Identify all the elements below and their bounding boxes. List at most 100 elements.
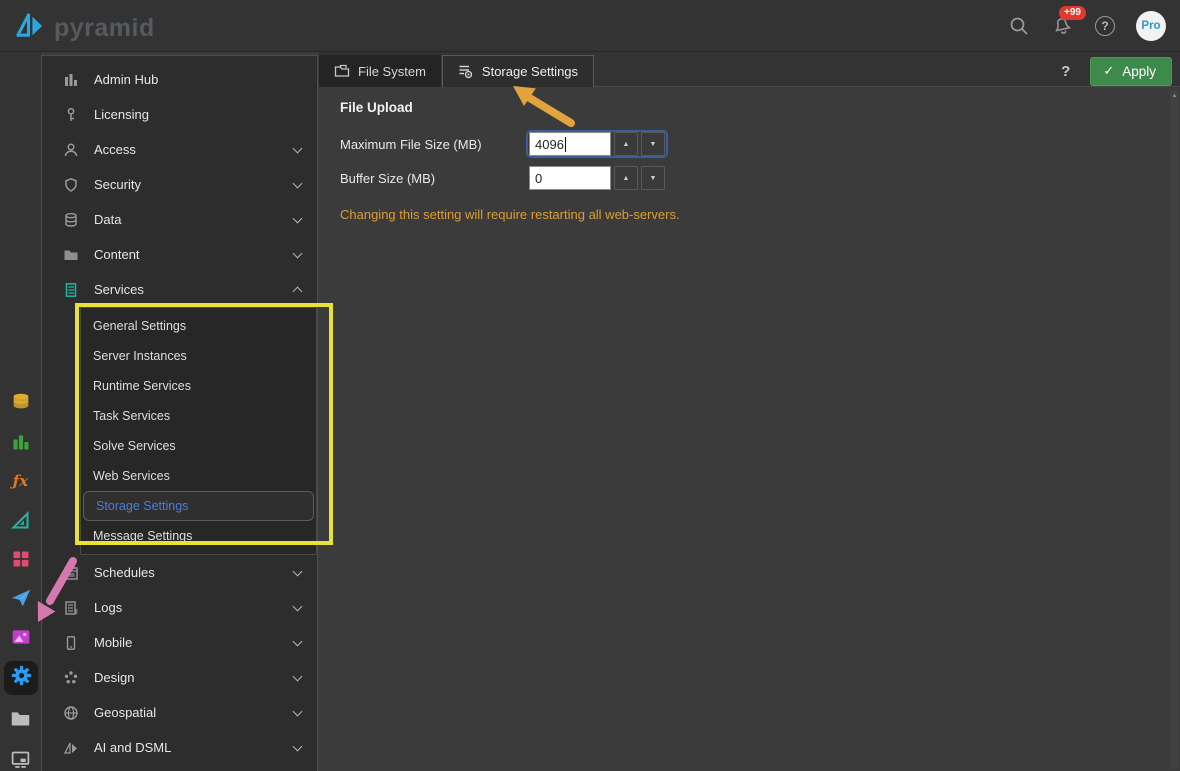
key-icon (62, 106, 79, 123)
tabbar-actions: ? ✓ Apply (1057, 57, 1172, 86)
max-file-size-row: Maximum File Size (MB) 4096 ▲ ▼ (340, 132, 1158, 156)
submenu-item-web-services[interactable]: Web Services (81, 461, 316, 491)
submenu-item-task-services[interactable]: Task Services (81, 401, 316, 431)
sidebar-item-label: Admin Hub (94, 72, 158, 87)
buffer-size-row: Buffer Size (MB) 0 ▲ ▼ (340, 166, 1158, 190)
sidebar-item-label: Data (94, 212, 121, 227)
sidebar-item-logs[interactable]: Logs (42, 590, 317, 625)
section-title: File Upload (340, 100, 1158, 115)
sidebar-item-label: Services (94, 282, 144, 297)
image-icon[interactable] (9, 625, 33, 649)
vertical-scrollbar[interactable]: ▲ (1170, 90, 1179, 769)
sidebar-item-security[interactable]: Security (42, 167, 317, 202)
sidebar-item-ai-and-dsml[interactable]: AI and DSML (42, 730, 317, 765)
submenu-item-storage-settings[interactable]: Storage Settings (83, 491, 314, 521)
top-bar: pyramid +99 ? Pro (0, 0, 1180, 52)
sidebar-item-admin-hub[interactable]: Admin Hub (42, 62, 317, 97)
check-icon: ✓ (1103, 63, 1114, 79)
sidebar-item-label: Security (94, 177, 141, 192)
module-rail: ƒx (0, 52, 41, 771)
chevron-down-icon (293, 636, 303, 646)
tab-file-system[interactable]: File System (319, 55, 442, 87)
tab-label: Storage Settings (482, 64, 578, 79)
database-gray-icon (62, 211, 79, 228)
chevron-up-icon (293, 287, 303, 297)
database-icon[interactable] (9, 390, 33, 414)
sidebar-item-content[interactable]: Content (42, 237, 317, 272)
log-document-icon (62, 599, 79, 616)
chevron-down-icon (293, 706, 303, 716)
topbar-actions: +99 ? Pro (1007, 0, 1166, 52)
scroll-up-icon: ▲ (1170, 90, 1179, 99)
chevron-down-icon (293, 143, 303, 153)
folder-gray-icon (62, 246, 79, 263)
sidebar-item-label: AI and DSML (94, 740, 171, 755)
globe-icon (62, 704, 79, 721)
shield-icon (62, 176, 79, 193)
admin-gear-selected[interactable] (4, 661, 38, 695)
submenu-item-runtime-services[interactable]: Runtime Services (81, 371, 316, 401)
sidebar-item-schedules[interactable]: Schedules (42, 555, 317, 590)
admin-hub-icon (62, 71, 79, 88)
admin-sidebar: Admin Hub Licensing Access Security Data… (41, 55, 318, 771)
submenu-item-general-settings[interactable]: General Settings (81, 311, 316, 341)
ai-dsml-icon (62, 739, 79, 756)
user-avatar[interactable]: Pro (1136, 11, 1166, 41)
buffer-size-group: 0 ▲ ▼ (528, 166, 666, 190)
submenu-item-solve-services[interactable]: Solve Services (81, 431, 316, 461)
pyramid-logo: pyramid (14, 10, 155, 46)
user-icon (62, 141, 79, 158)
sidebar-item-label: Schedules (94, 565, 155, 580)
submenu-item-message-settings[interactable]: Message Settings (81, 521, 316, 551)
set-square-icon[interactable] (9, 508, 33, 532)
tab-bar: File System Storage Settings ? ✓ Apply (319, 52, 1180, 87)
storage-settings-tab-icon (458, 64, 474, 80)
panel-help-button[interactable]: ? (1057, 63, 1074, 80)
services-submenu: General Settings Server Instances Runtim… (80, 307, 317, 555)
chevron-down-icon (293, 566, 303, 576)
sidebar-item-mobile[interactable]: Mobile (42, 625, 317, 660)
presentation-icon[interactable] (9, 747, 33, 771)
spinner-up-button[interactable]: ▲ (614, 166, 638, 190)
apply-label: Apply (1122, 64, 1156, 79)
mobile-phone-icon (62, 634, 79, 651)
sidebar-item-label: Mobile (94, 635, 132, 650)
sidebar-item-design[interactable]: Design (42, 660, 317, 695)
bar-chart-icon[interactable] (9, 430, 33, 454)
sidebar-item-services[interactable]: Services (42, 272, 317, 307)
spinner-down-button[interactable]: ▼ (641, 166, 665, 190)
paper-plane-icon[interactable] (9, 586, 33, 610)
storage-settings-form: File Upload Maximum File Size (MB) 4096 … (319, 87, 1180, 222)
services-icon (62, 281, 79, 298)
chevron-down-icon (293, 671, 303, 681)
submenu-item-server-instances[interactable]: Server Instances (81, 341, 316, 371)
search-icon[interactable] (1007, 14, 1031, 38)
help-icon[interactable]: ? (1093, 14, 1117, 38)
apply-button[interactable]: ✓ Apply (1090, 57, 1172, 86)
design-dots-icon (62, 669, 79, 686)
formula-fx-icon[interactable]: ƒx (9, 469, 33, 493)
spinner-down-button[interactable]: ▼ (641, 132, 665, 156)
calendar-icon (62, 564, 79, 581)
chevron-down-icon (293, 178, 303, 188)
max-file-size-label: Maximum File Size (MB) (340, 137, 528, 152)
sidebar-item-data[interactable]: Data (42, 202, 317, 237)
restart-warning-text: Changing this setting will require resta… (340, 207, 1158, 222)
sidebar-item-label: Access (94, 142, 136, 157)
folder-icon[interactable] (9, 706, 33, 730)
max-file-size-input[interactable]: 4096 (529, 132, 611, 156)
chevron-down-icon (293, 248, 303, 258)
sidebar-item-access[interactable]: Access (42, 132, 317, 167)
sidebar-item-geospatial[interactable]: Geospatial (42, 695, 317, 730)
chevron-down-icon (293, 601, 303, 611)
buffer-size-input[interactable]: 0 (529, 166, 611, 190)
help-glyph: ? (1095, 16, 1115, 36)
notifications-bell-icon[interactable]: +99 (1050, 14, 1074, 38)
tab-storage-settings[interactable]: Storage Settings (442, 55, 594, 87)
spinner-up-button[interactable]: ▲ (614, 132, 638, 156)
chevron-down-icon (293, 741, 303, 751)
sidebar-item-licensing[interactable]: Licensing (42, 97, 317, 132)
pyramid-logo-icon (14, 10, 45, 46)
logo-text: pyramid (54, 14, 155, 43)
grid-squares-icon[interactable] (9, 547, 33, 571)
